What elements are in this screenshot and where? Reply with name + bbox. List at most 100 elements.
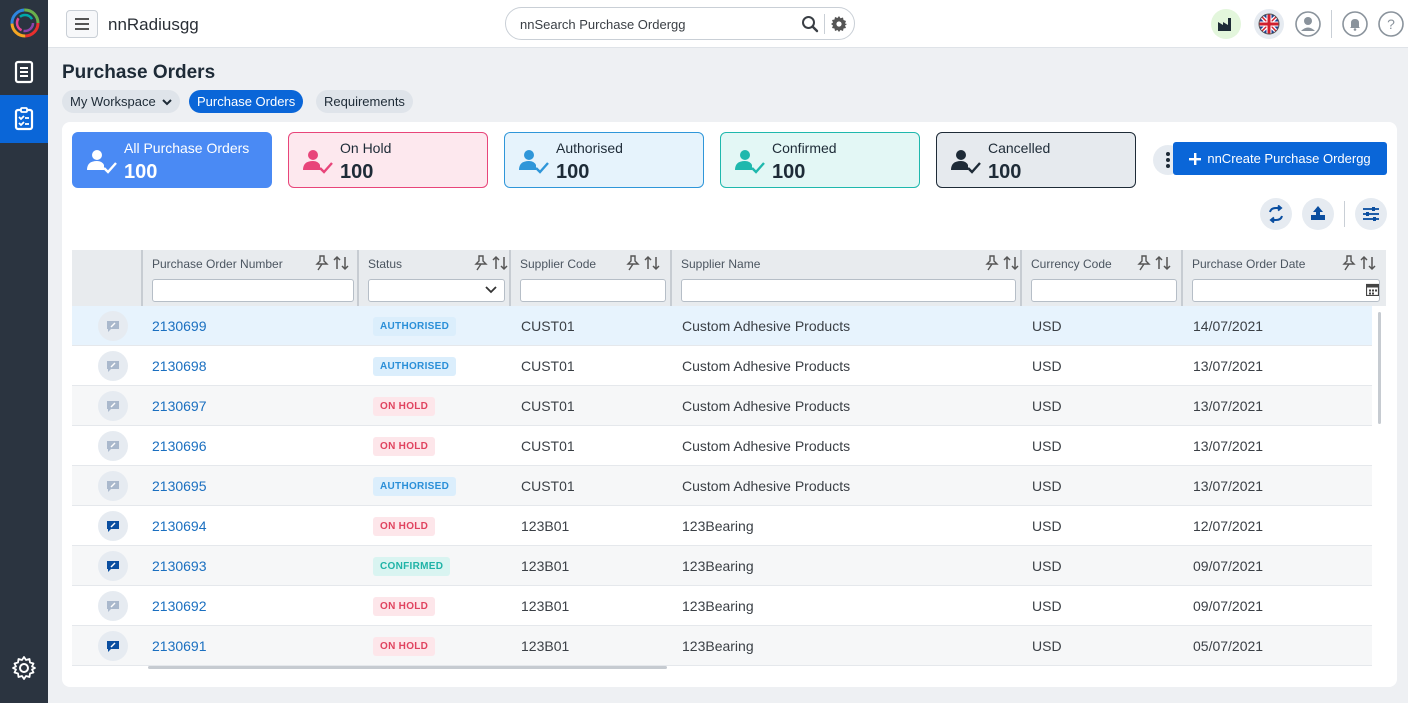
po-number-link[interactable]: 2130695: [152, 478, 207, 494]
uk-flag-icon: [1258, 13, 1280, 35]
currency-cell: USD: [1032, 438, 1062, 454]
row-message-button[interactable]: [98, 351, 128, 381]
table-row[interactable]: 2130699 AUTHORISED CUST01 Custom Adhesive P…: [72, 306, 1372, 346]
search-input[interactable]: [520, 15, 790, 33]
search-settings-icon[interactable]: [830, 15, 848, 33]
sort-icon[interactable]: [1003, 255, 1019, 271]
export-button[interactable]: [1302, 198, 1334, 230]
sort-icon[interactable]: [644, 255, 660, 271]
pin-icon[interactable]: [985, 255, 999, 271]
tile-cancelled[interactable]: Cancelled 100: [936, 132, 1136, 188]
calendar-icon[interactable]: [1366, 283, 1379, 296]
table-row[interactable]: 2130692 ON HOLD 123B01 123Bearing USD 09/07/2…: [72, 586, 1372, 626]
pin-icon[interactable]: [1342, 255, 1356, 271]
column-currency-code: Currency Code: [1020, 250, 1181, 306]
status-badge: AUTHORISED: [373, 477, 457, 496]
user-check-icon: [519, 150, 549, 174]
create-purchase-order-button[interactable]: nnCreate Purchase Ordergg: [1173, 142, 1387, 175]
table-row[interactable]: 2130693 CONFIRMED 123B01 123Bearing USD 09/07…: [72, 546, 1372, 586]
horizontal-scrollbar[interactable]: [148, 666, 667, 669]
status-badge: CONFIRMED: [373, 557, 451, 576]
table-row[interactable]: 2130691 ON HOLD 123B01 123Bearing USD 05/07/2…: [72, 626, 1372, 666]
tile-all-purchase-orders[interactable]: All Purchase Orders 100: [72, 132, 272, 188]
row-message-button[interactable]: [98, 631, 128, 661]
po-number-link[interactable]: 2130693: [152, 558, 207, 574]
tile-count: 100: [340, 161, 374, 183]
row-message-button[interactable]: [98, 431, 128, 461]
row-message-button[interactable]: [98, 511, 128, 541]
sort-icon[interactable]: [1155, 255, 1171, 271]
breadcrumb-my-workspace[interactable]: My Workspace: [62, 90, 181, 113]
table-row[interactable]: 2130694 ON HOLD 123B01 123Bearing USD 12/07/2…: [72, 506, 1372, 546]
documents-icon: [14, 60, 34, 84]
pin-icon[interactable]: [474, 255, 488, 271]
po-number-link[interactable]: 2130699: [152, 318, 207, 334]
column-status: Status: [357, 250, 509, 306]
export-icon: [1311, 206, 1325, 220]
po-number-link[interactable]: 2130697: [152, 398, 207, 414]
supplier-name-filter-input[interactable]: [681, 279, 1016, 302]
chat-icon: [107, 400, 119, 412]
column-controls: [1137, 255, 1171, 271]
factory-button[interactable]: [1211, 9, 1241, 39]
rail-documents-button[interactable]: [0, 48, 48, 96]
row-message-button[interactable]: [98, 551, 128, 581]
supplier-code-cell: CUST01: [521, 438, 575, 454]
pin-icon[interactable]: [1137, 255, 1151, 271]
language-button[interactable]: [1254, 9, 1284, 39]
hamburger-menu-button[interactable]: [66, 10, 98, 38]
date-filter-input[interactable]: [1192, 279, 1380, 302]
row-message-button[interactable]: [98, 391, 128, 421]
tile-label: All Purchase Orders: [124, 140, 250, 156]
po-number-link[interactable]: 2130692: [152, 598, 207, 614]
row-message-button[interactable]: [98, 591, 128, 621]
sort-icon[interactable]: [333, 255, 349, 271]
sort-icon[interactable]: [492, 255, 508, 271]
breadcrumb-requirements[interactable]: Requirements: [316, 90, 413, 113]
currency-cell: USD: [1032, 398, 1062, 414]
plus-icon: [1189, 152, 1202, 165]
vertical-scrollbar[interactable]: [1378, 312, 1381, 424]
row-message-button[interactable]: [98, 471, 128, 501]
status-badge: ON HOLD: [373, 437, 436, 456]
currency-code-filter-input[interactable]: [1031, 279, 1177, 302]
column-supplier-code: Supplier Code: [509, 250, 670, 306]
column-controls: [315, 255, 349, 271]
refresh-button[interactable]: [1260, 198, 1292, 230]
po-number-link[interactable]: 2130696: [152, 438, 207, 454]
user-profile-button[interactable]: [1293, 9, 1323, 39]
supplier-code-filter-input[interactable]: [520, 279, 666, 302]
po-number-filter-input[interactable]: [152, 279, 354, 302]
help-button[interactable]: ?: [1376, 9, 1406, 39]
po-number-link[interactable]: 2130691: [152, 638, 207, 654]
factory-icon: [1218, 18, 1231, 31]
sort-icon[interactable]: [1360, 255, 1376, 271]
notifications-button[interactable]: [1340, 9, 1370, 39]
po-number-link[interactable]: 2130694: [152, 518, 207, 534]
svg-text:?: ?: [1387, 16, 1395, 32]
tile-confirmed[interactable]: Confirmed 100: [720, 132, 920, 188]
chat-icon: [107, 320, 119, 332]
table-row[interactable]: 2130697 ON HOLD CUST01 Custom Adhesive Prod…: [72, 386, 1372, 426]
pin-icon[interactable]: [315, 255, 329, 271]
tile-count: 100: [124, 161, 158, 183]
rail-purchase-orders-button[interactable]: [0, 95, 48, 143]
currency-cell: USD: [1032, 318, 1062, 334]
tile-on-hold[interactable]: On Hold 100: [288, 132, 488, 188]
purchase-orders-grid: Purchase Order Number Status Supplier Co…: [72, 250, 1386, 676]
pin-icon[interactable]: [626, 255, 640, 271]
table-row[interactable]: 2130695 AUTHORISED CUST01 Custom Adhesive P…: [72, 466, 1372, 506]
column-settings-button[interactable]: [1355, 198, 1387, 230]
tile-authorised[interactable]: Authorised 100: [504, 132, 704, 188]
breadcrumb-purchase-orders[interactable]: Purchase Orders: [189, 90, 304, 113]
supplier-name-cell: Custom Adhesive Products: [682, 358, 851, 374]
search-icon[interactable]: [801, 15, 819, 33]
tile-label: On Hold: [340, 140, 392, 156]
supplier-name-cell: Custom Adhesive Products: [682, 398, 851, 414]
rail-settings-button[interactable]: [0, 644, 48, 692]
row-message-button[interactable]: [98, 311, 128, 341]
po-number-link[interactable]: 2130698: [152, 358, 207, 374]
app-logo-icon[interactable]: [9, 7, 41, 39]
table-row[interactable]: 2130696 ON HOLD CUST01 Custom Adhesive Prod…: [72, 426, 1372, 466]
table-row[interactable]: 2130698 AUTHORISED CUST01 Custom Adhesive P…: [72, 346, 1372, 386]
